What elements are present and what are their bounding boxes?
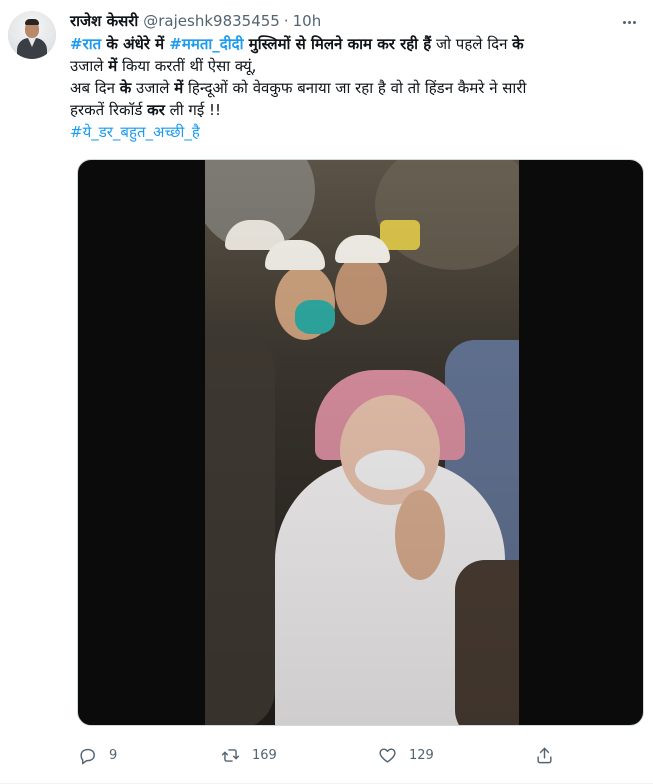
tweet-actions: 9 169 129 — [70, 740, 570, 770]
share-icon — [537, 747, 552, 763]
reply-icon — [80, 748, 95, 765]
text-line: #रात के अंधेरे में #ममता_दीदी मुस्लिमों … — [70, 33, 640, 55]
video-player[interactable] — [77, 159, 644, 726]
text-span: उजाले — [131, 79, 175, 97]
text-span: किया करतीं थीं ऐसा क्यूं, — [117, 57, 257, 75]
tweet[interactable]: राजेश केसरी @rajeshk9835455 · 10h #रात क… — [0, 0, 653, 784]
text-bold: मुस्लिमों से मिलने काम कर रही हैं — [243, 35, 432, 53]
text-span: हरकतें रिकॉर्ड — [70, 101, 148, 119]
video-frame — [205, 160, 519, 725]
text-bold: कर — [147, 101, 165, 119]
avatar[interactable] — [8, 11, 56, 59]
reply-count: 9 — [109, 747, 118, 763]
reply-button[interactable]: 9 — [78, 740, 117, 770]
text-span: हिन्दूओं को वेवकुफ बनाया जा रहा है वो तो… — [183, 79, 527, 97]
like-count: 129 — [409, 747, 434, 763]
share-button[interactable] — [535, 740, 554, 770]
more-icon[interactable] — [619, 12, 639, 32]
heart-icon — [379, 747, 396, 763]
author-handle[interactable]: @rajeshk9835455 — [143, 12, 280, 30]
text-line: अब दिन के उजाले में हिन्दूओं को वेवकुफ ब… — [70, 77, 640, 99]
retweet-button[interactable]: 169 — [221, 740, 277, 770]
tweet-header: राजेश केसरी @rajeshk9835455 · 10h — [70, 10, 321, 32]
text-bold: के — [119, 79, 132, 97]
text-span: उजाले — [70, 57, 109, 75]
like-button[interactable]: 129 — [378, 740, 434, 770]
text-line: #ये_डर_बहुत_अच्छी_है — [70, 121, 640, 143]
text-bold: के — [512, 35, 524, 53]
text-span: जो पहले दिन — [431, 35, 513, 53]
text-bold: में — [174, 79, 184, 97]
text-span: अब दिन — [70, 79, 120, 97]
text-bold: में — [108, 57, 118, 75]
retweet-icon — [221, 748, 240, 762]
text-line: उजाले में किया करतीं थीं ऐसा क्यूं, — [70, 55, 640, 77]
retweet-count: 169 — [252, 747, 277, 763]
text-span: ली गई !! — [164, 101, 222, 119]
tweet-text: #रात के अंधेरे में #ममता_दीदी मुस्लिमों … — [70, 33, 640, 143]
text-bold: के अंधेरे में — [101, 35, 170, 53]
separator-dot: · — [283, 12, 289, 30]
hashtag-link[interactable]: #ये_डर_बहुत_अच्छी_है — [70, 123, 200, 141]
author-name[interactable]: राजेश केसरी — [70, 11, 138, 31]
timestamp[interactable]: 10h — [293, 12, 322, 30]
hashtag-link[interactable]: #ममता_दीदी — [169, 35, 243, 53]
hashtag-link[interactable]: #रात — [70, 35, 101, 53]
text-line: हरकतें रिकॉर्ड कर ली गई !! — [70, 99, 640, 121]
